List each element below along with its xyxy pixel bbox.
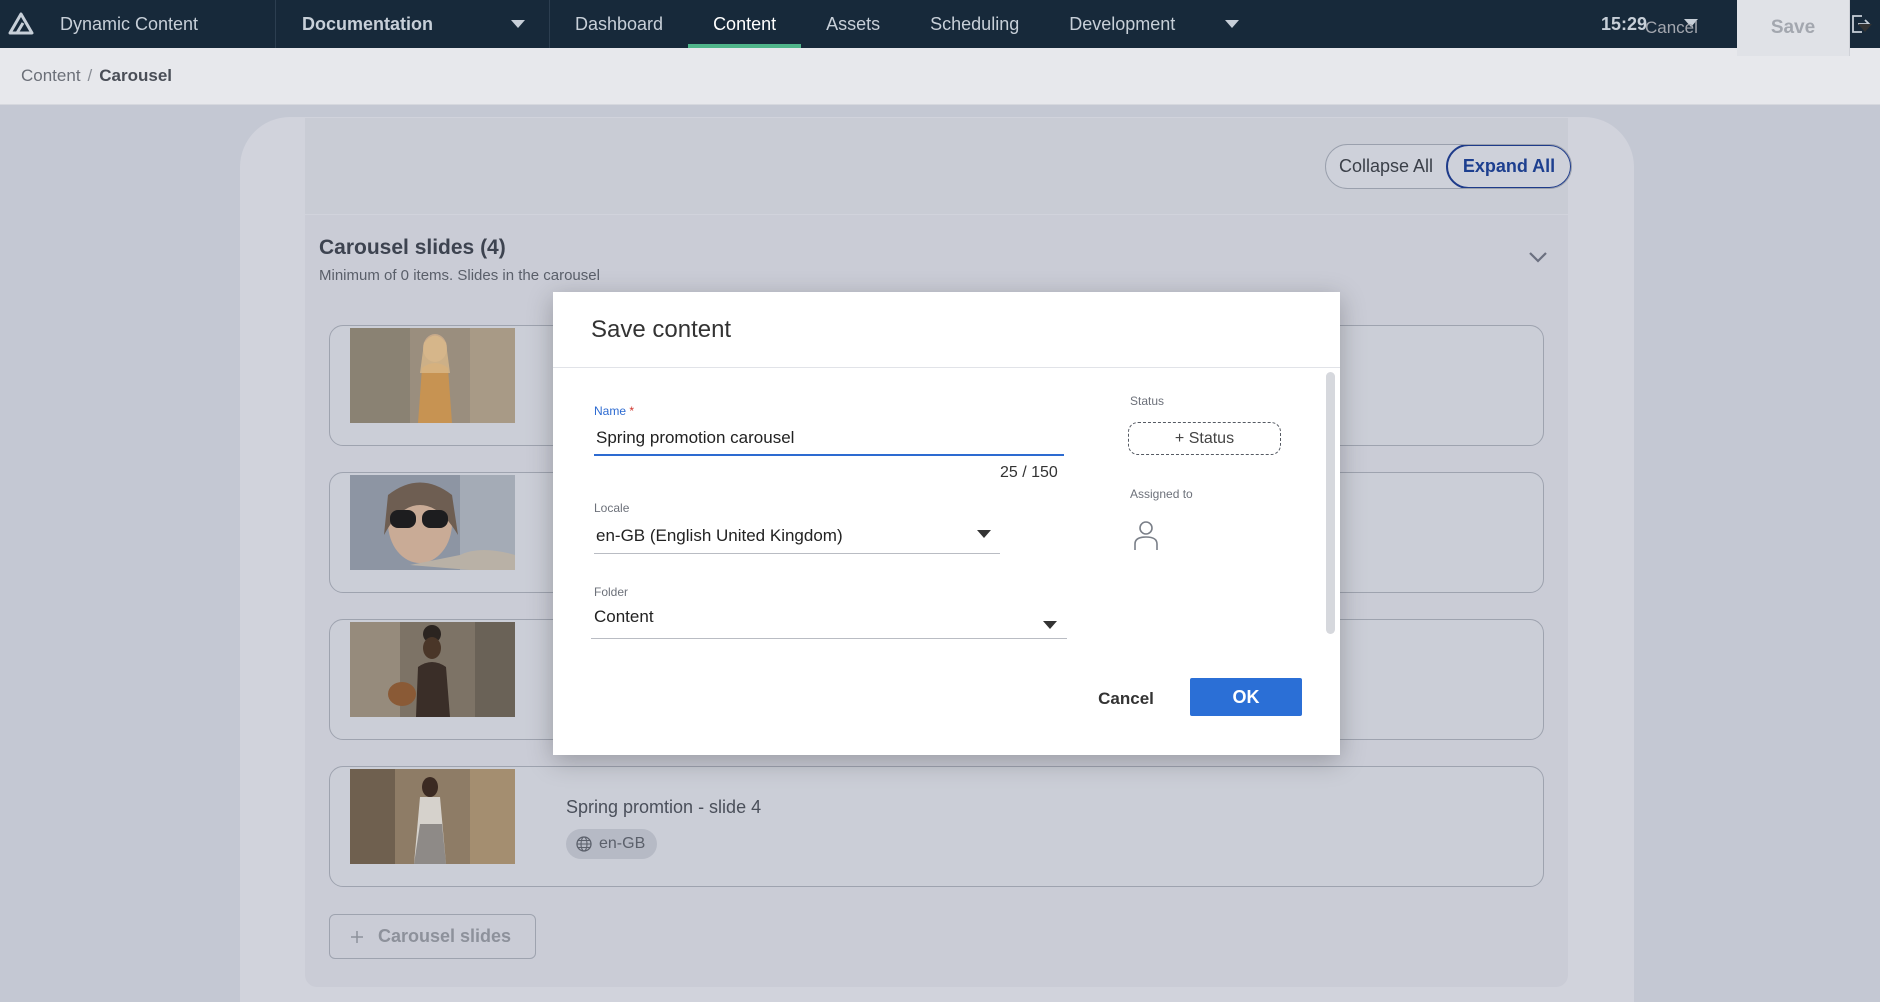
- globe-icon: [576, 836, 592, 852]
- add-status-button[interactable]: + Status: [1128, 422, 1281, 455]
- chevron-down-icon[interactable]: [1528, 250, 1548, 264]
- assigned-to-label: Assigned to: [1130, 487, 1193, 501]
- chevron-down-icon[interactable]: [977, 530, 991, 538]
- plus-icon: [351, 930, 363, 943]
- expand-collapse-toggle: Collapse All Expand All: [1325, 144, 1572, 189]
- tab-development[interactable]: Development: [1044, 0, 1264, 48]
- slide-thumbnail: [350, 622, 515, 717]
- breadcrumb-current: Carousel: [99, 66, 173, 85]
- user-icon[interactable]: [1133, 520, 1159, 552]
- toolbar-save-button[interactable]: Save: [1737, 0, 1849, 56]
- section-title: Carousel slides (4): [319, 236, 506, 259]
- chevron-down-icon: [1858, 24, 1872, 32]
- tab-scheduling-label: Scheduling: [930, 13, 1020, 34]
- collapse-all-button[interactable]: Collapse All: [1326, 156, 1446, 177]
- dialog-scrollbar[interactable]: [1326, 372, 1335, 634]
- hub-selector-label: Documentation: [302, 13, 434, 34]
- locale-select[interactable]: en-GB (English United Kingdom): [596, 526, 843, 546]
- tab-development-label: Development: [1069, 13, 1176, 34]
- required-marker: *: [629, 404, 635, 418]
- chevron-down-icon[interactable]: [1043, 621, 1057, 629]
- name-field-label-text: Name: [594, 404, 627, 418]
- add-carousel-slide-label: Carousel slides: [378, 926, 512, 946]
- dialog-title: Save content: [591, 316, 732, 343]
- folder-select[interactable]: Content: [594, 607, 654, 627]
- cancel-button[interactable]: Cancel: [1081, 684, 1171, 714]
- dialog-divider: [553, 367, 1340, 368]
- chevron-down-icon: [1225, 20, 1240, 28]
- tab-assets[interactable]: Assets: [801, 0, 905, 48]
- add-carousel-slide-button[interactable]: Carousel slides: [329, 914, 536, 959]
- save-options-button[interactable]: [1849, 0, 1880, 56]
- slide-thumbnail: [350, 769, 515, 864]
- ok-button[interactable]: OK: [1190, 678, 1302, 716]
- name-input-underline: [594, 454, 1064, 456]
- locale-badge-label: en-GB: [599, 835, 646, 852]
- name-field-label: Name *: [594, 404, 634, 418]
- slide-title: Spring promtion - slide 4: [566, 797, 762, 817]
- name-character-counter: 25 / 150: [1000, 464, 1058, 481]
- slide-thumbnail: [350, 475, 515, 570]
- section-subtitle: Minimum of 0 items. Slides in the carous…: [319, 267, 600, 284]
- app-title: Dynamic Content: [60, 13, 199, 34]
- hub-selector[interactable]: Documentation: [275, 0, 550, 48]
- save-content-dialog: Save content Name * Spring promotion car…: [553, 292, 1340, 755]
- clock: 15:29: [1601, 13, 1648, 34]
- content-toolbar: Content / Carousel: [0, 48, 1880, 105]
- tab-dashboard[interactable]: Dashboard: [550, 0, 688, 48]
- breadcrumb-root[interactable]: Content: [0, 66, 81, 86]
- status-label: Status: [1130, 394, 1165, 408]
- tab-dashboard-label: Dashboard: [575, 13, 664, 34]
- tab-content[interactable]: Content: [688, 0, 802, 48]
- expand-all-button[interactable]: Expand All: [1446, 145, 1571, 188]
- app-logo-icon[interactable]: [0, 0, 42, 48]
- breadcrumb-separator: /: [87, 66, 93, 85]
- name-input[interactable]: Spring promotion carousel: [596, 428, 794, 448]
- folder-select-underline: [591, 638, 1067, 639]
- chevron-down-icon: [511, 20, 525, 28]
- top-navigation-bar: Dynamic Content Documentation Dashboard …: [0, 0, 1880, 48]
- locale-select-underline: [594, 553, 1000, 554]
- tab-content-label: Content: [713, 13, 777, 34]
- locale-badge: en-GB: [566, 829, 658, 859]
- slide-thumbnail: [350, 328, 515, 423]
- toolbar-cancel-button[interactable]: Cancel: [1645, 18, 1698, 38]
- tab-scheduling[interactable]: Scheduling: [905, 0, 1044, 48]
- slide-item[interactable]: Spring promtion - slide 4 en-GB: [329, 766, 1544, 887]
- tab-assets-label: Assets: [826, 13, 881, 34]
- folder-field-label: Folder: [594, 585, 629, 599]
- locale-field-label: Locale: [594, 501, 630, 515]
